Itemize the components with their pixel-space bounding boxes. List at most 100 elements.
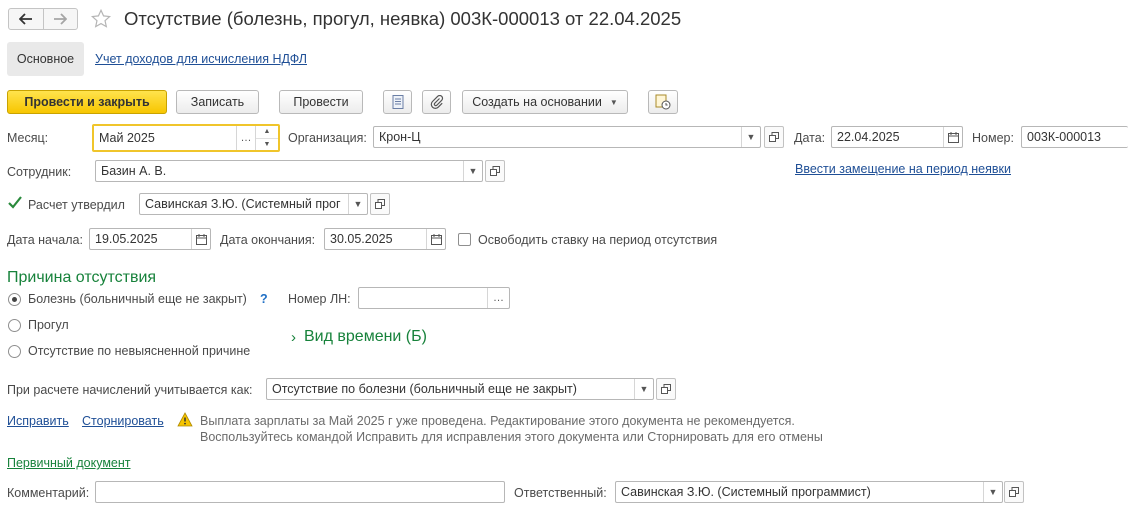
chevron-down-icon: ▼: [639, 384, 649, 394]
responsible-dropdown[interactable]: ▼: [983, 482, 1002, 502]
forward-button[interactable]: [44, 9, 78, 29]
sick-leave-number-label: Номер ЛН:: [288, 292, 351, 306]
reason-illness-label: Болезнь (больничный еще не закрыт): [28, 292, 247, 306]
date-field: [831, 126, 963, 148]
open-window-icon: [375, 199, 385, 209]
month-select-button[interactable]: …: [236, 126, 255, 150]
reason-unknown-label: Отсутствие по невыясненной причине: [28, 344, 251, 358]
create-based-label: Создать на основании: [472, 95, 602, 109]
organization-dropdown[interactable]: ▼: [741, 127, 760, 147]
back-button[interactable]: [9, 9, 44, 29]
reason-title: Причина отсутствия: [7, 269, 157, 286]
employee-open-button[interactable]: [485, 160, 505, 182]
chevron-down-icon: ▼: [468, 166, 478, 176]
stepper-up-icon[interactable]: ▲: [256, 126, 278, 139]
paperclip-icon: [430, 95, 443, 109]
month-label: Месяц:: [7, 131, 49, 145]
chevron-right-icon: ›: [291, 328, 296, 346]
warning-icon: [177, 412, 193, 430]
month-field: … ▲ ▼: [92, 124, 280, 152]
start-date-field: [89, 228, 211, 250]
approved-label: Расчет утвердил: [28, 198, 125, 212]
history-button[interactable]: [648, 90, 678, 114]
number-input[interactable]: [1022, 127, 1128, 147]
sick-leave-number-field: …: [358, 287, 510, 309]
post-and-close-button[interactable]: Провести и закрыть: [7, 90, 167, 114]
open-window-icon: [490, 166, 500, 176]
sick-leave-number-input[interactable]: [359, 288, 487, 308]
primary-document-link[interactable]: Первичный документ: [7, 455, 131, 471]
reason-radio-unknown[interactable]: [8, 345, 21, 358]
sick-leave-select-button[interactable]: …: [487, 288, 509, 308]
organization-open-button[interactable]: [764, 126, 784, 148]
start-date-input[interactable]: [90, 229, 190, 249]
accrual-dropdown[interactable]: ▼: [634, 379, 653, 399]
comment-input[interactable]: [96, 482, 502, 502]
calendar-icon: [195, 233, 207, 245]
comment-label: Комментарий:: [7, 486, 90, 500]
tab-main[interactable]: Основное: [7, 42, 84, 76]
approved-checkbox[interactable]: [8, 196, 22, 211]
document-list-icon: [392, 95, 403, 109]
date-label: Дата:: [794, 131, 826, 145]
favorite-button[interactable]: [90, 8, 114, 30]
page-title: Отсутствие (болезнь, прогул, неявка) 003…: [124, 8, 682, 29]
open-window-icon: [769, 132, 779, 142]
chevron-down-icon: ▼: [746, 132, 756, 142]
employee-input[interactable]: [96, 161, 461, 181]
replacement-link[interactable]: Ввести замещение на период неявки: [795, 161, 1011, 177]
arrow-right-icon: [54, 13, 68, 25]
start-calendar-button[interactable]: [191, 229, 210, 249]
warning-text-line2: Воспользуйтесь командой Исправить для ис…: [200, 430, 823, 444]
open-window-icon: [1009, 487, 1019, 497]
organization-input[interactable]: [374, 127, 739, 147]
employee-dropdown[interactable]: ▼: [463, 161, 482, 181]
accrual-open-button[interactable]: [656, 378, 676, 400]
calendar-icon: [947, 131, 959, 143]
start-date-label: Дата начала:: [7, 233, 83, 247]
document-clock-icon: [655, 94, 671, 110]
organization-label: Организация:: [288, 131, 367, 145]
free-rate-label: Освободить ставку на период отсутствия: [478, 233, 718, 247]
number-field: [1021, 126, 1128, 148]
calendar-button[interactable]: [943, 127, 962, 147]
reverse-link[interactable]: Сторнировать: [82, 413, 164, 429]
stepper-down-icon[interactable]: ▼: [256, 139, 278, 151]
accrual-field: ▼: [266, 378, 654, 400]
warning-text-line1: Выплата зарплаты за Май 2025 г уже прове…: [200, 414, 795, 428]
reason-radio-illness[interactable]: [8, 293, 21, 306]
end-date-field: [324, 228, 446, 250]
save-button[interactable]: Записать: [176, 90, 259, 114]
approved-dropdown[interactable]: ▼: [348, 194, 367, 214]
responsible-field: ▼: [615, 481, 1003, 503]
reason-radio-truancy[interactable]: [8, 319, 21, 332]
attach-button[interactable]: [422, 90, 451, 114]
responsible-input[interactable]: [616, 482, 981, 502]
create-based-button[interactable]: Создать на основании ▼: [462, 90, 628, 114]
month-stepper[interactable]: ▲ ▼: [255, 126, 278, 150]
chevron-down-icon: ▼: [988, 487, 998, 497]
nav-group: [8, 8, 78, 30]
accrual-input[interactable]: [267, 379, 632, 399]
time-kind-toggle[interactable]: › Вид времени (Б): [291, 328, 427, 346]
end-calendar-button[interactable]: [426, 229, 445, 249]
chevron-down-icon: ▼: [353, 199, 363, 209]
approved-open-button[interactable]: [370, 193, 390, 215]
tab-ndfl[interactable]: Учет доходов для исчисления НДФЛ: [95, 51, 307, 67]
report-button[interactable]: [383, 90, 412, 114]
responsible-open-button[interactable]: [1004, 481, 1024, 503]
fix-link[interactable]: Исправить: [7, 413, 69, 429]
month-input[interactable]: [94, 126, 234, 150]
post-button[interactable]: Провести: [279, 90, 363, 114]
organization-field: ▼: [373, 126, 761, 148]
accrual-label: При расчете начислений учитывается как:: [7, 383, 253, 397]
approved-input[interactable]: [140, 194, 348, 214]
end-date-input[interactable]: [325, 229, 425, 249]
free-rate-checkbox[interactable]: [458, 233, 471, 246]
date-input[interactable]: [832, 127, 942, 147]
help-icon[interactable]: ?: [260, 291, 268, 307]
employee-label: Сотрудник:: [7, 165, 72, 179]
tab-main-label: Основное: [16, 52, 75, 66]
comment-field: [95, 481, 505, 503]
number-label: Номер:: [972, 131, 1014, 145]
